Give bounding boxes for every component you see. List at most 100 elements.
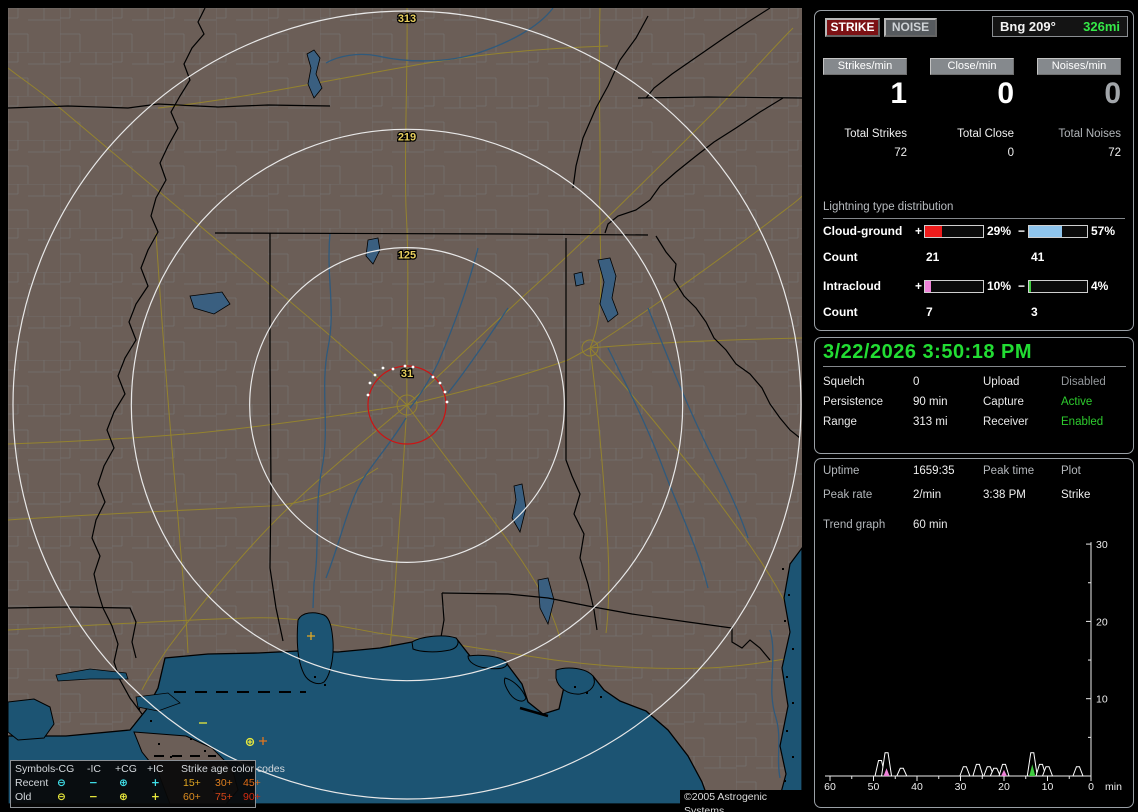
legend-col--cg: -CG	[55, 763, 75, 775]
total-strikes-value: 72	[894, 147, 907, 159]
recent-strike-dot	[373, 373, 377, 377]
clock-display: 3/22/2026 3:50:18 PM	[823, 341, 1033, 363]
divider	[823, 218, 1125, 219]
age-code-45: 45+	[243, 777, 261, 789]
axes	[825, 542, 1092, 777]
bearing-readout: Bng 209° 326mi	[992, 16, 1128, 37]
count-label: Count	[823, 305, 858, 319]
recent-cg-pos-icon: ⊕	[119, 777, 128, 789]
copyright-notice: ©2005 Astrogenic Systems	[680, 790, 806, 812]
plus-sign: +	[915, 279, 923, 293]
strikes-rate-value: 1	[890, 77, 907, 110]
recent-ic-pos-icon: +	[151, 777, 160, 789]
legend-col--ic: -IC	[87, 763, 101, 775]
ic-negative-bar	[1028, 280, 1088, 293]
ic-positive-bar	[924, 280, 984, 293]
ring-label-313: 313	[398, 13, 416, 25]
application-window: 313 219 125 31 Symbols -CG -IC +CG +IC Stri…	[0, 0, 1138, 812]
old-ic-neg-icon: −	[89, 791, 98, 803]
strikes-per-min-button[interactable]: Strikes/min	[823, 58, 907, 75]
old-ic-pos-icon: +	[151, 791, 160, 803]
cg-positive-bar	[924, 225, 984, 238]
ring-label-125: 125	[398, 250, 416, 262]
trend-peak	[959, 766, 971, 777]
age-code-75: 75+	[215, 791, 233, 803]
cloud-ground-label: Cloud-ground	[823, 224, 903, 238]
close-rate-value: 0	[997, 77, 1014, 110]
persistence-value: 90 min	[913, 396, 948, 408]
status-panel: 3/22/2026 3:50:18 PM Squelch 0 Upload Di…	[814, 337, 1134, 454]
svg-text:40: 40	[911, 781, 923, 793]
squelch-value: 0	[913, 376, 920, 388]
ic-negative-count: 3	[1031, 305, 1038, 319]
svg-text:50: 50	[868, 781, 880, 793]
ring-label-31: 31	[401, 368, 413, 380]
bearing-range: 326mi	[1083, 19, 1120, 34]
trend-peak	[972, 763, 984, 777]
noise-mode-button[interactable]: NOISE	[884, 18, 937, 37]
recent-strike-dot	[445, 400, 449, 404]
minus-sign: −	[1018, 279, 1026, 293]
svg-text:10: 10	[1042, 781, 1054, 793]
map-legend: Symbols -CG -IC +CG +IC Strike age color…	[10, 760, 285, 808]
recent-cg-neg-icon: ⊖	[57, 777, 66, 789]
age-code-90: 90+	[243, 791, 261, 803]
svg-text:20: 20	[998, 781, 1010, 793]
legend-row-recent-label: Recent	[15, 777, 49, 789]
squelch-label: Squelch	[823, 376, 865, 388]
trend-graph: 60 50 40 30 20 10 0 min 10 20 30	[824, 539, 1122, 793]
intracloud-count-row: Count 7 3	[815, 305, 1133, 320]
receiver-label: Receiver	[983, 416, 1029, 428]
cloud-ground-row: Cloud-ground + 29% − 57%	[815, 224, 1133, 239]
svg-text:10: 10	[1096, 694, 1108, 706]
recent-strike-dot	[438, 381, 442, 385]
ic-positive-pct: 10%	[987, 279, 1012, 293]
svg-text:20: 20	[1096, 616, 1108, 628]
old-cg-neg-icon: ⊖	[57, 791, 66, 803]
close-per-min-button[interactable]: Close/min	[930, 58, 1014, 75]
divider	[823, 366, 1126, 367]
upload-label: Upload	[983, 376, 1020, 388]
range-value: 313 mi	[913, 416, 948, 428]
cg-negative-bar	[1028, 225, 1088, 238]
recent-strike-dot	[431, 375, 435, 379]
legend-col-+ic: +IC	[147, 763, 164, 775]
svg-text:30: 30	[955, 781, 967, 793]
minus-sign: −	[1018, 224, 1026, 238]
distribution-title: Lightning type distribution	[823, 201, 954, 213]
svg-text:min: min	[1105, 781, 1122, 793]
strike-mode-button[interactable]: STRIKE	[825, 18, 880, 37]
total-noises-value: 72	[1108, 147, 1121, 159]
noises-per-min-button[interactable]: Noises/min	[1037, 58, 1121, 75]
total-close-label: Total Close	[957, 128, 1014, 140]
cg-positive-count: 21	[926, 250, 940, 264]
plus-sign: +	[915, 224, 923, 238]
counters-panel: STRIKE NOISE Bng 209° 326mi Strikes/min …	[814, 10, 1134, 331]
age-code-60: 60+	[183, 791, 201, 803]
svg-text:30: 30	[1096, 539, 1108, 551]
age-code-30: 30+	[215, 777, 233, 789]
lightning-map[interactable]: 313 219 125 31 Symbols -CG -IC +CG +IC Stri…	[8, 8, 806, 812]
legend-row-old-label: Old	[15, 791, 32, 803]
count-label: Count	[823, 250, 858, 264]
total-noises-label: Total Noises	[1058, 128, 1121, 140]
cloud-ground-count-row: Count 21 41	[815, 250, 1133, 265]
cg-positive-pct: 29%	[987, 224, 1012, 238]
cg-negative-pct: 57%	[1091, 224, 1116, 238]
bearing-label: Bng 209°	[1000, 19, 1056, 34]
session-panel: Uptime 1659:35 Peak time Plot Peak rate …	[814, 458, 1134, 808]
recent-strike-dot	[368, 381, 372, 385]
range-label: Range	[823, 416, 857, 428]
recent-strike-dot	[381, 366, 385, 370]
total-close-value: 0	[1007, 147, 1014, 159]
ic-positive-count: 7	[926, 305, 933, 319]
map-canvas[interactable]: 313 219 125 31	[8, 8, 802, 804]
trend-peak	[895, 767, 908, 777]
trend-peak	[1072, 766, 1084, 777]
upload-status: Disabled	[1061, 376, 1106, 388]
intracloud-row: Intracloud + 10% − 4%	[815, 279, 1133, 294]
svg-text:0: 0	[1088, 781, 1094, 793]
receiver-status: Enabled	[1061, 416, 1104, 428]
legend-symbols-header: Symbols	[15, 763, 56, 775]
ic-negative-pct: 4%	[1091, 279, 1109, 293]
